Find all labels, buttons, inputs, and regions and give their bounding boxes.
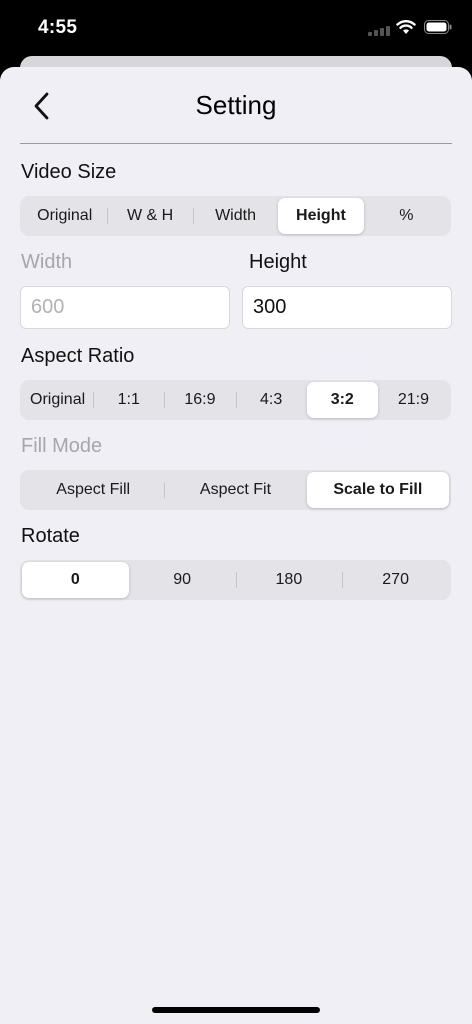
fill-mode-label: Fill Mode bbox=[21, 435, 103, 457]
rotate-segment-270[interactable]: 270 bbox=[342, 562, 449, 598]
aspect-ratio-segment-3-2[interactable]: 3:2 bbox=[306, 382, 378, 418]
aspect-ratio-segment-16-9[interactable]: 16:9 bbox=[164, 382, 235, 418]
fill-mode-segment-aspect-fill[interactable]: Aspect Fill bbox=[22, 472, 164, 508]
video-size-segment-original[interactable]: Original bbox=[22, 198, 107, 234]
status-time: 4:55 bbox=[38, 17, 78, 38]
video-size-segment-percent[interactable]: % bbox=[364, 198, 449, 234]
rotate-segment-0[interactable]: 0 bbox=[22, 562, 129, 598]
header-divider bbox=[20, 143, 452, 144]
cellular-signal-icon bbox=[368, 26, 390, 36]
rotate-label: Rotate bbox=[21, 525, 80, 547]
wifi-icon bbox=[396, 20, 416, 34]
video-size-segment-height[interactable]: Height bbox=[278, 198, 364, 234]
rotate-segment-180[interactable]: 180 bbox=[235, 562, 343, 598]
aspect-ratio-label: Aspect Ratio bbox=[21, 345, 135, 367]
aspect-ratio-segment-4-3[interactable]: 4:3 bbox=[235, 382, 307, 418]
width-field[interactable] bbox=[20, 286, 230, 329]
video-size-label: Video Size bbox=[21, 161, 117, 183]
page-title: Setting bbox=[195, 90, 277, 120]
fill-mode-segment-scale-to-fill[interactable]: Scale to Fill bbox=[306, 472, 449, 508]
aspect-ratio-segmented-control: Original 1:1 16:9 4:3 3:2 21:9 bbox=[20, 380, 451, 420]
home-indicator bbox=[152, 1007, 320, 1013]
width-label: Width bbox=[21, 251, 73, 273]
video-size-segment-width[interactable]: Width bbox=[192, 198, 278, 234]
aspect-ratio-segment-1-1[interactable]: 1:1 bbox=[93, 382, 164, 418]
fill-mode-segment-aspect-fit[interactable]: Aspect Fit bbox=[164, 472, 306, 508]
battery-icon bbox=[424, 20, 452, 34]
aspect-ratio-segment-original[interactable]: Original bbox=[22, 382, 93, 418]
video-size-segment-w-h[interactable]: W & H bbox=[107, 198, 192, 234]
height-label: Height bbox=[249, 251, 307, 273]
fill-mode-segmented-control: Aspect Fill Aspect Fit Scale to Fill bbox=[20, 470, 451, 510]
height-field[interactable] bbox=[242, 286, 452, 329]
rotate-segmented-control: 0 90 180 270 bbox=[20, 560, 451, 600]
status-bar: 4:55 bbox=[0, 0, 472, 56]
video-size-segmented-control: Original W & H Width Height % bbox=[20, 196, 451, 236]
aspect-ratio-segment-21-9[interactable]: 21:9 bbox=[378, 382, 449, 418]
rotate-segment-90[interactable]: 90 bbox=[129, 562, 236, 598]
